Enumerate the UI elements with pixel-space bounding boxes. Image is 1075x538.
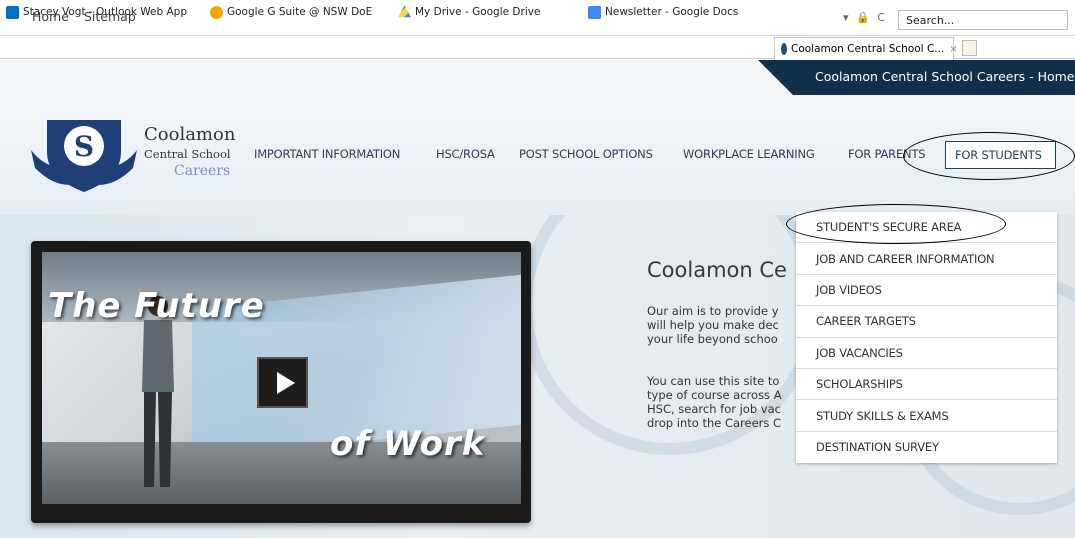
ie-icon: [210, 5, 223, 19]
nav-hsc-rosa[interactable]: HSC/ROSA: [436, 147, 495, 161]
play-button[interactable]: [257, 357, 308, 408]
drive-icon: [398, 5, 411, 18]
logo-subtitle: Central School: [144, 147, 231, 161]
annotation-oval: [786, 204, 1006, 244]
menu-item-job-vacancies[interactable]: JOB VACANCIES: [796, 338, 1057, 369]
menu-item-destination-survey[interactable]: DESTINATION SURVEY: [796, 432, 1057, 463]
sitemap-link[interactable]: Sitemap: [84, 9, 136, 24]
outlook-icon: [6, 5, 19, 19]
favorite-label: Newsletter - Google Docs: [605, 6, 739, 18]
menu-item-job-career-information[interactable]: JOB AND CAREER INFORMATION: [796, 243, 1057, 275]
site-title-link[interactable]: Coolamon Central School Careers - Home: [815, 69, 1075, 84]
home-link[interactable]: Home: [32, 9, 69, 24]
logo-title: Coolamon: [144, 124, 236, 145]
school-crest-logo[interactable]: S: [29, 112, 139, 197]
docs-icon: [588, 5, 601, 19]
for-students-dropdown: STUDENT'S SECURE AREA JOB AND CAREER INF…: [796, 212, 1057, 463]
site-favicon-icon: [781, 43, 787, 55]
address-bar-icons[interactable]: ▾ 🔒 C: [843, 11, 887, 24]
page: ▾ 🔒 C Search... Stacey Vogt - Outlook We…: [0, 0, 1075, 538]
menu-item-scholarships[interactable]: SCHOLARSHIPS: [796, 369, 1057, 401]
nav-post-school-options[interactable]: POST SCHOOL OPTIONS: [519, 147, 653, 161]
nav-important-information[interactable]: IMPORTANT INFORMATION: [254, 147, 400, 161]
nav-workplace-learning[interactable]: WORKPLACE LEARNING: [683, 147, 815, 161]
menu-item-job-videos[interactable]: JOB VIDEOS: [796, 275, 1057, 307]
favorite-label: Google G Suite @ NSW DoE: [227, 6, 373, 18]
menu-item-career-targets[interactable]: CAREER TARGETS: [796, 306, 1057, 338]
favorite-drive[interactable]: My Drive - Google Drive: [398, 4, 540, 20]
favorite-docs[interactable]: Newsletter - Google Docs: [588, 4, 738, 20]
favorite-label: My Drive - Google Drive: [415, 6, 541, 18]
logo-careers: Careers: [174, 163, 231, 179]
svg-text:S: S: [74, 130, 94, 163]
welcome-heading: Coolamon Ce: [647, 258, 787, 282]
new-tab-button[interactable]: [962, 40, 977, 56]
close-tab-icon[interactable]: ×: [949, 44, 957, 55]
video-title-bottom: of Work: [330, 424, 486, 464]
browser-search-input[interactable]: Search...: [898, 10, 1068, 30]
menu-item-study-skills-exams[interactable]: STUDY SKILLS & EXAMS: [796, 400, 1057, 432]
video-title-top: The Future: [48, 286, 265, 326]
favorite-gsuite[interactable]: Google G Suite @ NSW DoE: [210, 4, 372, 20]
annotation-oval: [903, 132, 1075, 180]
active-tab[interactable]: Coolamon Central School C... ×: [774, 37, 958, 60]
tab-label: Coolamon Central School C...: [791, 43, 945, 55]
